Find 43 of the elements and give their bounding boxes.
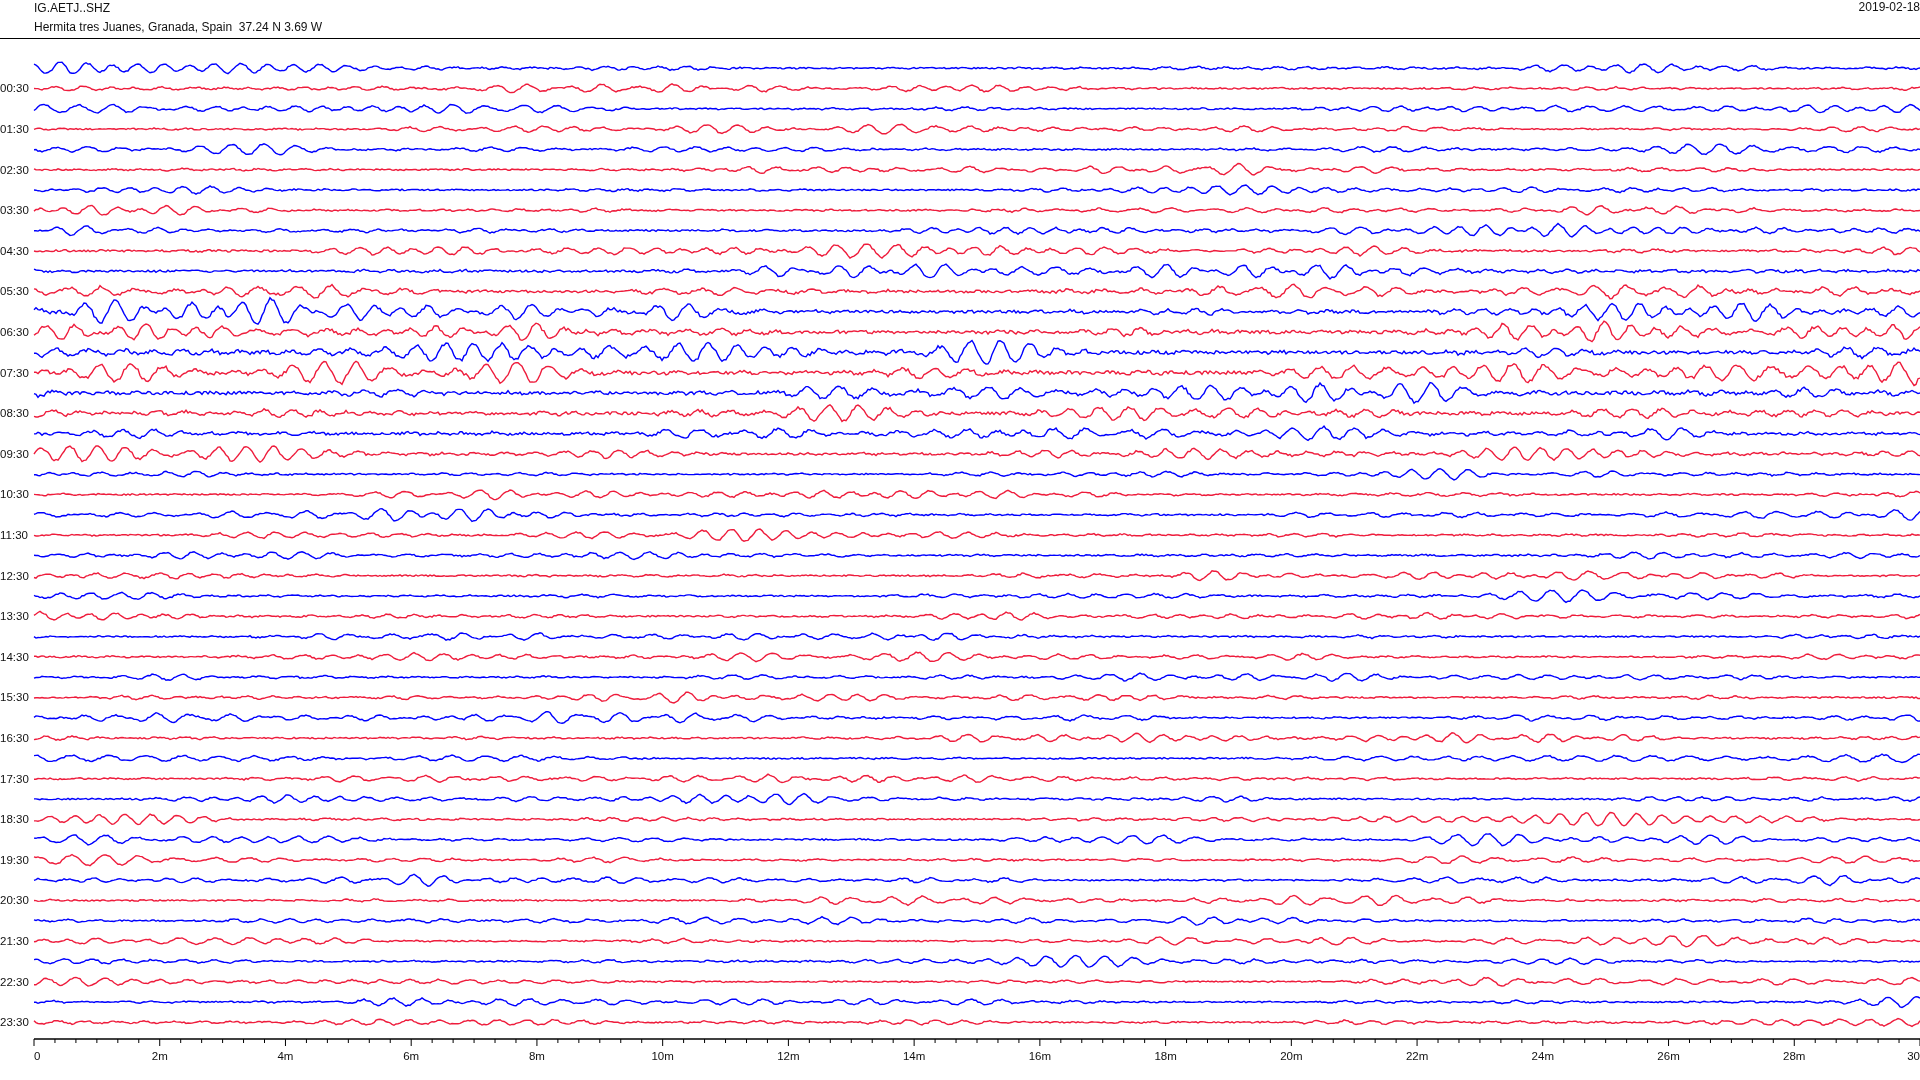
axis-tick-label: 24m xyxy=(1531,1050,1554,1063)
axis-tick-label: 14m xyxy=(902,1050,926,1063)
trace-time-label: 05:30 xyxy=(0,285,29,298)
axis-tick-label: 20m xyxy=(1280,1050,1303,1063)
axis-tick-label: 2m xyxy=(151,1050,168,1063)
trace-time-label: 17:30 xyxy=(0,772,29,785)
trace-time-label: 10:30 xyxy=(0,488,29,501)
trace-time-label: 12:30 xyxy=(0,569,29,582)
axis-tick-label: 22m xyxy=(1405,1050,1429,1063)
trace-time-label: 23:30 xyxy=(0,1016,29,1029)
trace-time-label: 16:30 xyxy=(0,731,29,744)
station-location: Hermita tres Juanes, Granada, Spain 37.24 N 3.69 W xyxy=(34,20,323,34)
trace-time-label: 11:30 xyxy=(0,528,28,541)
axis-tick-label: 6m xyxy=(403,1050,420,1063)
trace-time-label: 18:30 xyxy=(0,813,29,826)
trace-time-label: 00:30 xyxy=(0,82,29,95)
trace-time-label: 09:30 xyxy=(0,447,29,460)
record-date: 2019-02-18 xyxy=(1858,0,1920,16)
axis-tick-label: 30 xyxy=(1907,1050,1920,1063)
trace-time-label: 21:30 xyxy=(0,934,29,947)
axis-tick-label: 12m xyxy=(777,1050,800,1063)
trace-time-label: 04:30 xyxy=(0,244,29,257)
axis-tick-label: 4m xyxy=(277,1050,294,1063)
trace-time-label: 08:30 xyxy=(0,407,29,420)
axis-tick-label: 16m xyxy=(1028,1050,1052,1063)
trace-time-label: 22:30 xyxy=(0,975,29,988)
trace-time-label: 15:30 xyxy=(0,691,29,704)
axis-tick-label: 26m xyxy=(1657,1050,1680,1063)
trace-time-label: 20:30 xyxy=(0,894,29,907)
axis-tick-label: 0 xyxy=(34,1050,41,1063)
trace-time-label: 06:30 xyxy=(0,326,29,338)
trace-time-label: 07:30 xyxy=(0,366,29,379)
axis-tick-label: 28m xyxy=(1783,1050,1806,1063)
trace-time-label: 13:30 xyxy=(0,610,29,623)
trace-time-label: 01:30 xyxy=(0,123,29,136)
axis-tick-label: 10m xyxy=(651,1050,674,1063)
trace-time-label: 03:30 xyxy=(0,204,29,217)
trace-time-label: 14:30 xyxy=(0,650,29,663)
station-code: IG.AETJ..SHZ xyxy=(34,1,111,15)
axis-tick-label: 18m xyxy=(1154,1050,1177,1063)
axis-tick-label: 8m xyxy=(528,1050,545,1063)
trace-time-label: 02:30 xyxy=(0,163,29,176)
trace-time-label: 19:30 xyxy=(0,853,29,866)
